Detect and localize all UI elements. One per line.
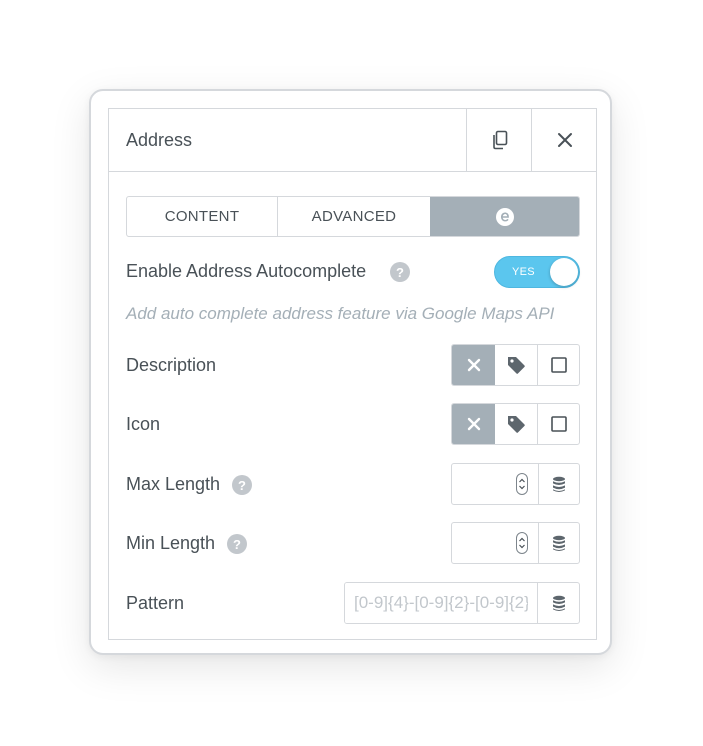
- stage: Address CONTENT ADVANCED Enable Address …: [0, 0, 703, 746]
- description-type-selector: [451, 344, 580, 386]
- spinner-arrows-icon: [519, 478, 525, 490]
- icon-row: Icon: [126, 403, 580, 445]
- spinner-arrows-icon: [519, 537, 525, 549]
- description-label: Description: [126, 355, 217, 375]
- pattern-input[interactable]: [345, 583, 538, 623]
- widget-card: Address CONTENT ADVANCED Enable Address …: [89, 89, 612, 655]
- tab-advanced[interactable]: ADVANCED: [278, 197, 430, 236]
- min-length-row: Min Length ?: [126, 522, 580, 564]
- description-custom-button[interactable]: [538, 345, 579, 385]
- copy-icon: [492, 130, 507, 150]
- toggle-text: YES: [512, 266, 535, 278]
- help-icon[interactable]: ?: [390, 262, 410, 282]
- x-icon: [467, 358, 480, 372]
- pattern-row: Pattern: [126, 582, 580, 624]
- autocomplete-row: Enable Address Autocomplete ? YES: [126, 256, 580, 288]
- tab-elementor[interactable]: [430, 197, 579, 236]
- min-length-control: [451, 522, 580, 564]
- description-tag-button[interactable]: [495, 345, 538, 385]
- help-icon[interactable]: ?: [227, 534, 247, 554]
- max-length-input[interactable]: [452, 464, 539, 504]
- panel-header: Address: [109, 109, 596, 172]
- icon-label: Icon: [126, 414, 161, 434]
- close-icon: [557, 133, 572, 147]
- square-icon: [550, 357, 567, 373]
- autocomplete-label: Enable Address Autocomplete: [126, 261, 367, 281]
- pattern-label: Pattern: [126, 593, 185, 613]
- tag-icon: [508, 357, 525, 374]
- icon-tag-button[interactable]: [495, 404, 538, 444]
- autocomplete-toggle[interactable]: YES: [494, 256, 580, 288]
- icon-type-selector: [451, 403, 580, 445]
- min-length-dynamic-button[interactable]: [539, 523, 579, 563]
- max-length-control: [451, 463, 580, 505]
- settings-panel: Address CONTENT ADVANCED Enable Address …: [108, 108, 597, 640]
- min-length-label: Min Length: [126, 533, 216, 553]
- pattern-control: [344, 582, 580, 624]
- tab-content[interactable]: CONTENT: [127, 197, 278, 236]
- description-none-button[interactable]: [452, 345, 495, 385]
- database-icon: [553, 535, 565, 551]
- help-icon[interactable]: ?: [232, 475, 252, 495]
- square-icon: [550, 416, 567, 432]
- settings-tabs: CONTENT ADVANCED: [126, 196, 580, 237]
- max-length-label: Max Length: [126, 474, 221, 494]
- tag-icon: [508, 416, 525, 433]
- elementor-e-icon: [495, 207, 514, 226]
- max-length-dynamic-button[interactable]: [539, 464, 579, 504]
- description-row: Description: [126, 344, 580, 386]
- panel-title: Address: [126, 130, 193, 150]
- database-icon: [553, 476, 565, 492]
- close-button[interactable]: [531, 109, 597, 171]
- toggle-knob: [550, 258, 578, 286]
- database-icon: [552, 595, 565, 611]
- x-icon: [467, 417, 480, 431]
- number-spinner[interactable]: [516, 473, 528, 495]
- icon-none-button[interactable]: [452, 404, 495, 444]
- copy-button[interactable]: [466, 109, 532, 171]
- max-length-row: Max Length ?: [126, 463, 580, 505]
- number-spinner[interactable]: [516, 532, 528, 554]
- icon-custom-button[interactable]: [538, 404, 579, 444]
- pattern-dynamic-button[interactable]: [538, 583, 579, 623]
- autocomplete-note: Add auto complete address feature via Go…: [126, 304, 555, 323]
- min-length-input[interactable]: [452, 523, 539, 563]
